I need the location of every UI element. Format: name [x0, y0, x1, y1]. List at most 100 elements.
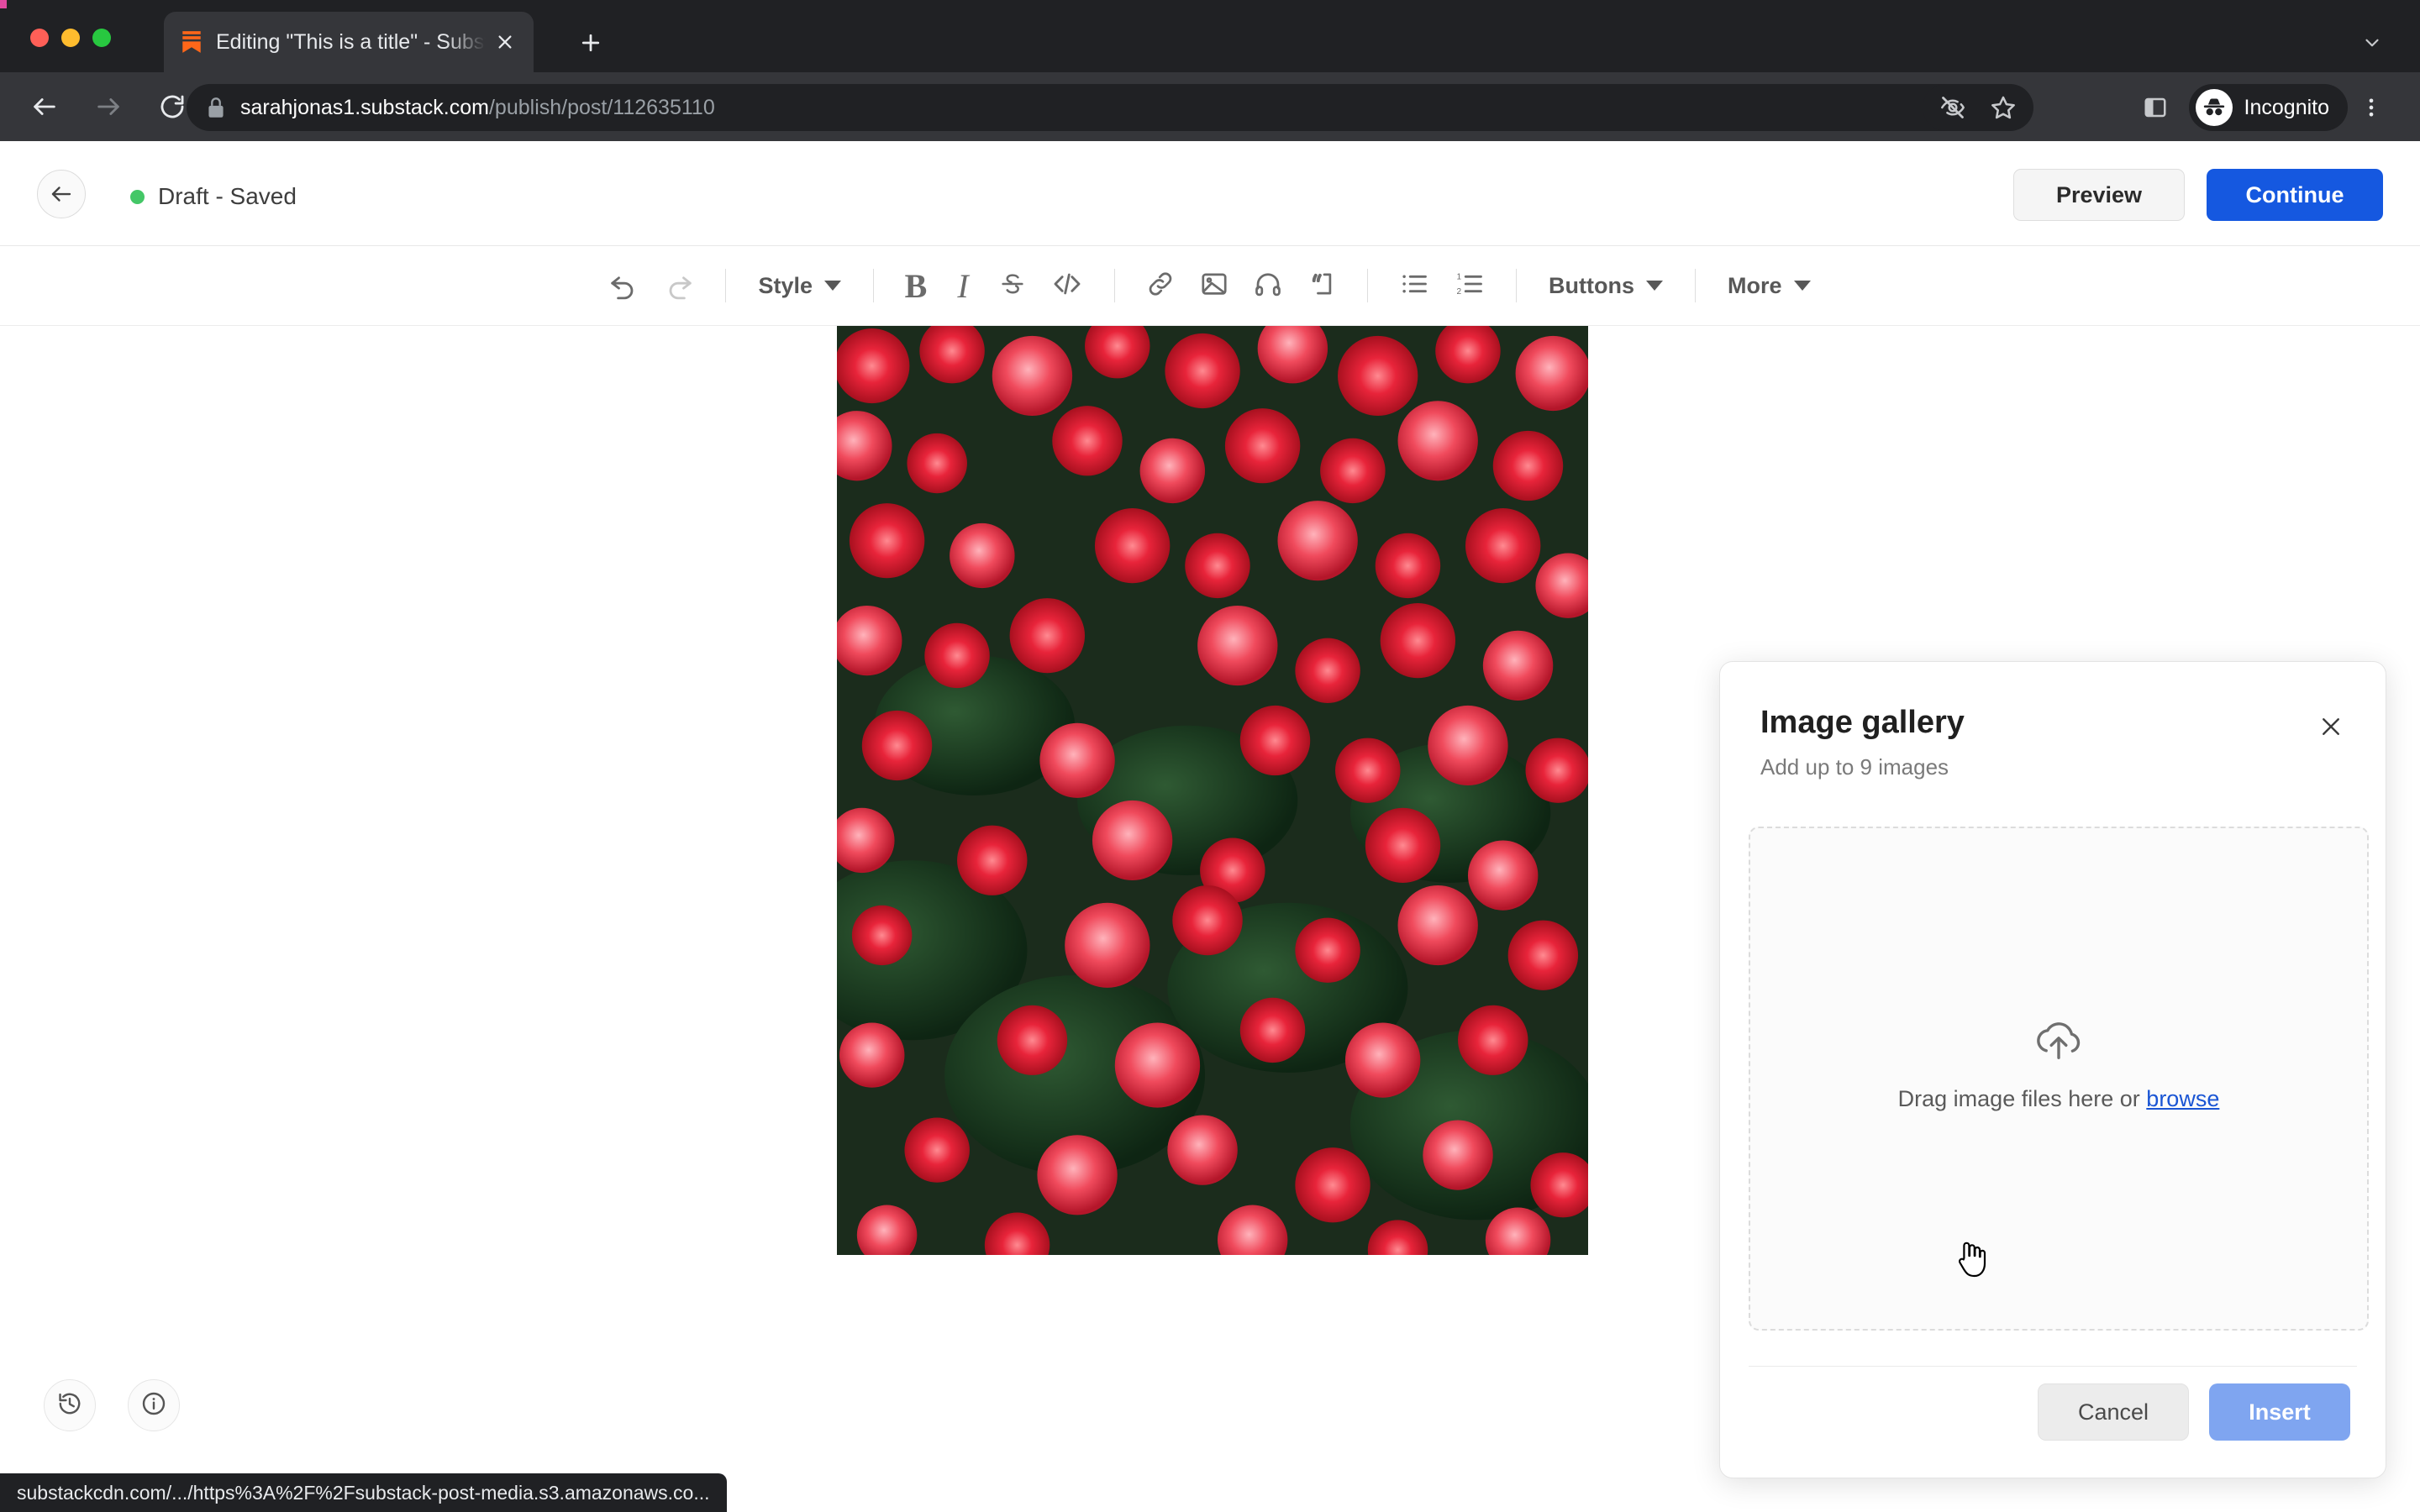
headphones-icon: [1253, 269, 1283, 303]
side-panel-icon[interactable]: [2130, 84, 2181, 131]
close-window-button[interactable]: [30, 29, 49, 47]
code-icon: [1050, 267, 1084, 305]
style-dropdown[interactable]: Style: [744, 273, 855, 299]
toolbar-divider: [725, 269, 727, 302]
audio-button[interactable]: [1241, 246, 1295, 326]
window-traffic-lights[interactable]: [30, 29, 111, 47]
redo-icon[interactable]: [651, 246, 707, 326]
editor-float-buttons: [44, 1379, 180, 1431]
browser-status-bar: substackcdn.com/.../https%3A%2F%2Fsubsta…: [0, 1473, 727, 1512]
forward-arrow-icon[interactable]: [82, 81, 134, 133]
minimize-window-button[interactable]: [61, 29, 80, 47]
back-arrow-icon[interactable]: [18, 81, 71, 133]
bold-icon: B: [904, 266, 928, 305]
italic-icon: I: [957, 266, 969, 305]
svg-text:2: 2: [1456, 287, 1461, 297]
browser-tab[interactable]: Editing "This is a title" - Substack: [164, 12, 534, 72]
buttons-dropdown-label: Buttons: [1549, 272, 1634, 298]
star-icon[interactable]: [1978, 84, 2028, 131]
numbered-list-icon: 1 2: [1454, 268, 1486, 304]
chevron-down-icon: [824, 281, 842, 291]
header-actions: Preview Continue: [2013, 169, 2383, 221]
omnibox-action-group: [1923, 84, 2033, 131]
chevron-down-icon: [1793, 281, 1811, 291]
browse-link[interactable]: browse: [2146, 1086, 2219, 1111]
dialog-divider: [1749, 1366, 2357, 1367]
toolbar-divider: [1114, 269, 1116, 302]
app-header: Draft - Saved Preview Continue: [0, 141, 2420, 246]
maximize-window-button[interactable]: [92, 29, 111, 47]
buttons-dropdown[interactable]: Buttons: [1535, 273, 1676, 299]
tab-title: Editing "This is a title" - Substack: [216, 29, 488, 54]
dropzone-prompt: Drag image files here or: [1897, 1086, 2147, 1111]
tab-search-chevron-down-icon[interactable]: [2353, 24, 2391, 62]
history-button[interactable]: [44, 1379, 96, 1431]
history-clock-icon: [56, 1390, 83, 1421]
italic-button[interactable]: I: [939, 246, 986, 326]
style-dropdown-label: Style: [758, 272, 813, 298]
undo-icon[interactable]: [596, 246, 651, 326]
preview-button[interactable]: Preview: [2013, 169, 2185, 221]
link-icon: [1145, 269, 1176, 303]
substack-favicon-icon: [181, 29, 203, 55]
dialog-footer: Cancel Insert: [2038, 1383, 2350, 1441]
incognito-profile-button[interactable]: Incognito: [2188, 84, 2348, 131]
browser-chrome: Editing "This is a title" - Substack: [0, 0, 2420, 141]
dropzone-text: Drag image files here or browse: [1898, 1086, 2220, 1112]
post-image[interactable]: [837, 326, 1588, 1255]
more-dropdown[interactable]: More: [1714, 273, 1824, 299]
numbered-list-button[interactable]: 1 2: [1442, 246, 1497, 326]
insert-button[interactable]: Insert: [2209, 1383, 2350, 1441]
image-icon: [1199, 269, 1229, 303]
quote-icon: [1307, 269, 1337, 303]
editor-back-button[interactable]: [37, 170, 86, 218]
eye-off-icon[interactable]: [1928, 84, 1978, 131]
dialog-header: Image gallery Add up to 9 images: [1720, 662, 2386, 780]
close-icon[interactable]: [2312, 707, 2350, 746]
address-bar-path: /publish/post/112635110: [488, 95, 715, 119]
quote-button[interactable]: [1295, 246, 1349, 326]
chevron-down-icon: [1646, 281, 1663, 291]
cancel-button[interactable]: Cancel: [2038, 1383, 2189, 1441]
dialog-title: Image gallery: [1760, 705, 1965, 740]
continue-button[interactable]: Continue: [2207, 169, 2383, 221]
status-dot-icon: [130, 189, 145, 204]
address-bar[interactable]: sarahjonas1.substack.com/publish/post/11…: [187, 84, 2002, 131]
toolbar-divider: [873, 269, 875, 302]
draft-status-label: Draft - Saved: [158, 183, 297, 209]
image-button[interactable]: [1187, 246, 1241, 326]
toolbar-divider: [1367, 269, 1369, 302]
image-gallery-dialog: Image gallery Add up to 9 images Drag im…: [1719, 661, 2386, 1478]
code-button[interactable]: [1039, 246, 1096, 326]
bullet-list-button[interactable]: [1386, 246, 1442, 326]
svg-text:1: 1: [1456, 272, 1461, 281]
address-bar-host: sarahjonas1.substack.com: [240, 95, 489, 119]
bold-button[interactable]: B: [892, 246, 939, 326]
editor-toolbar: Style B I 1 2 Buttons More: [0, 246, 2420, 326]
cloud-upload-icon: [2030, 1016, 2087, 1068]
incognito-label: Incognito: [2244, 95, 2329, 119]
tab-close-icon[interactable]: [488, 25, 522, 59]
strikethrough-icon: [998, 270, 1027, 302]
toolbar-divider: [1516, 269, 1518, 302]
toolbar-divider: [1695, 269, 1696, 302]
draft-status: Draft - Saved: [130, 183, 297, 210]
link-button[interactable]: [1134, 246, 1187, 326]
strikethrough-button[interactable]: [986, 246, 1039, 326]
lock-icon: [205, 95, 227, 120]
bullet-list-icon: [1398, 268, 1430, 304]
three-dot-menu-icon[interactable]: [2348, 84, 2395, 131]
browser-profile-area: Incognito: [2130, 84, 2395, 131]
image-dropzone[interactable]: Drag image files here or browse: [1749, 827, 2369, 1331]
info-button[interactable]: [128, 1379, 180, 1431]
dropzone-content: Drag image files here or browse: [1898, 1016, 2220, 1112]
info-circle-icon: [140, 1390, 167, 1421]
screen: Editing "This is a title" - Substack: [0, 0, 2420, 1512]
address-bar-url: sarahjonas1.substack.com/publish/post/11…: [240, 96, 715, 120]
more-dropdown-label: More: [1728, 272, 1782, 298]
new-tab-button[interactable]: [571, 24, 610, 62]
tab-strip: Editing "This is a title" - Substack: [0, 0, 2420, 72]
dialog-subtitle: Add up to 9 images: [1760, 753, 1949, 780]
browser-toolbar: sarahjonas1.substack.com/publish/post/11…: [0, 72, 2420, 141]
incognito-avatar-icon: [2195, 89, 2233, 126]
